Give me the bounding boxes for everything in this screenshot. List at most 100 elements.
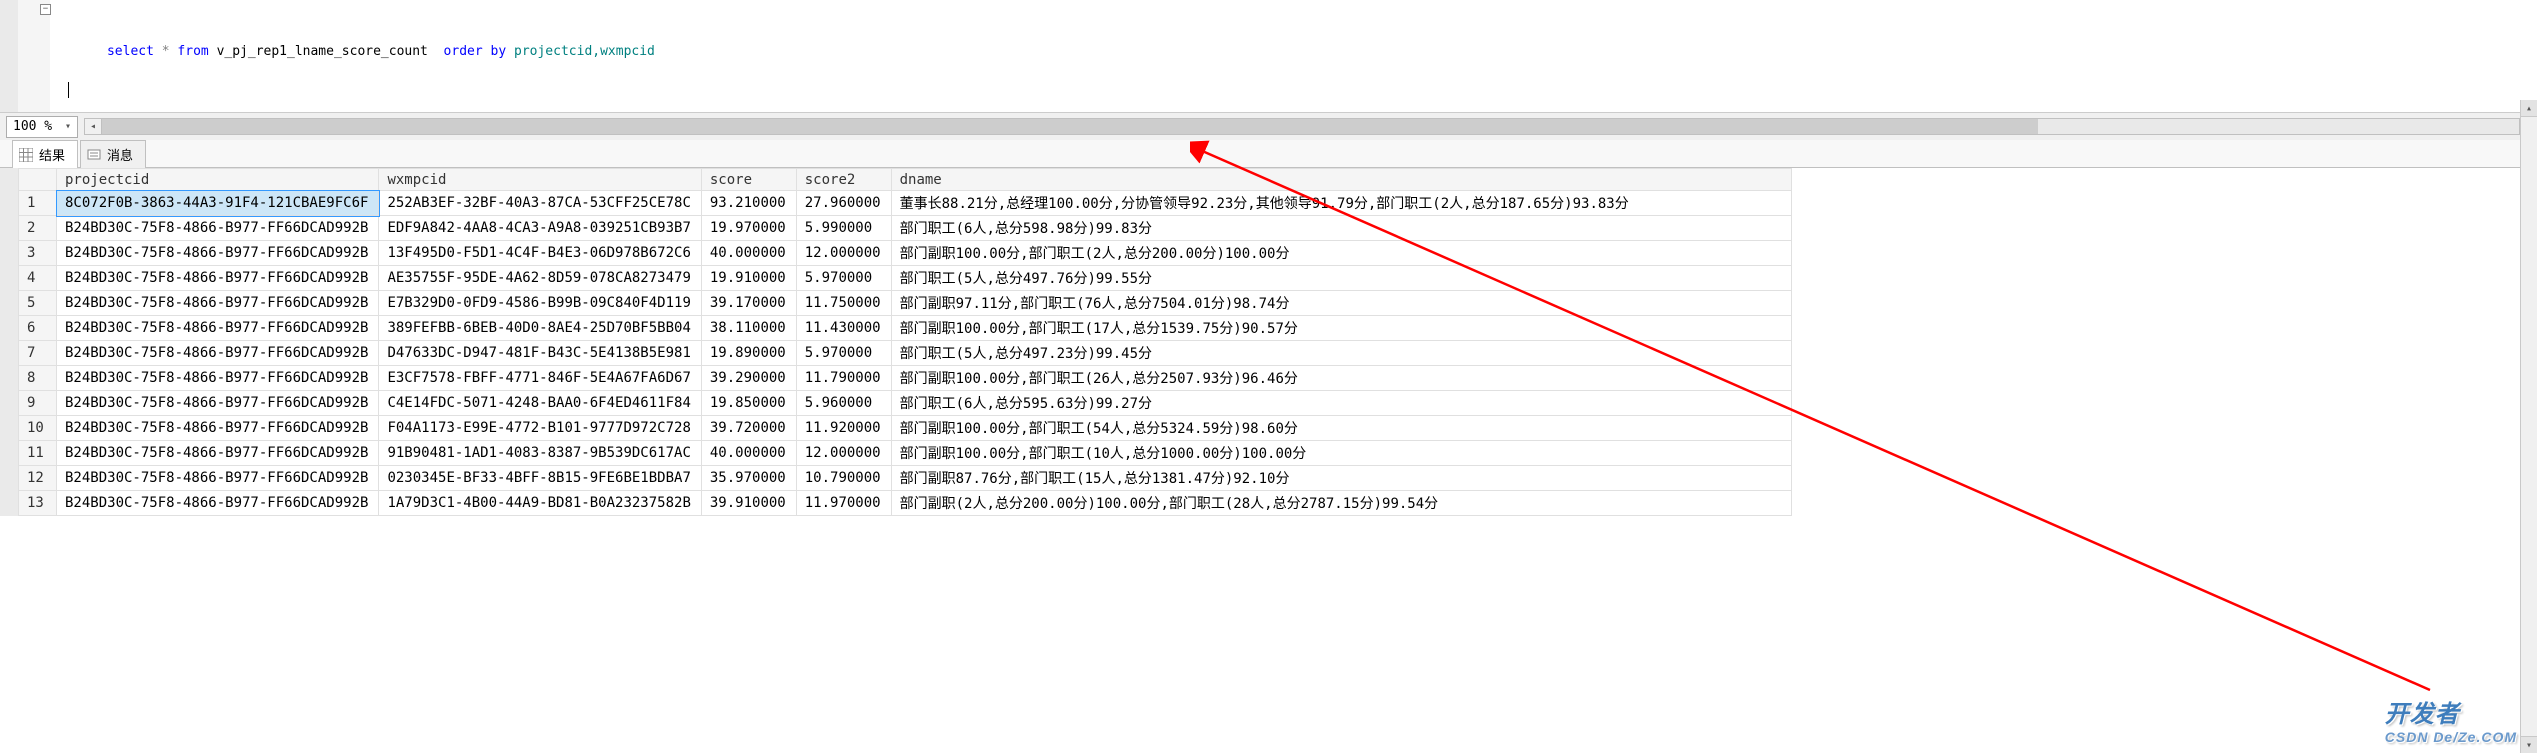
cell-score[interactable]: 19.970000 bbox=[701, 216, 796, 241]
cell-wxmpcid[interactable]: 91B90481-1AD1-4083-8387-9B539DC617AC bbox=[379, 441, 701, 466]
cell-score[interactable]: 40.000000 bbox=[701, 241, 796, 266]
table-row[interactable]: 9B24BD30C-75F8-4866-B977-FF66DCAD992BC4E… bbox=[19, 391, 1792, 416]
cell-wxmpcid[interactable]: AE35755F-95DE-4A62-8D59-078CA8273479 bbox=[379, 266, 701, 291]
cell-score[interactable]: 38.110000 bbox=[701, 316, 796, 341]
cell-projectcid[interactable]: B24BD30C-75F8-4866-B977-FF66DCAD992B bbox=[57, 466, 379, 491]
cell-score[interactable]: 40.000000 bbox=[701, 441, 796, 466]
cell-dname[interactable]: 部门副职100.00分,部门职工(10人,总分1000.00分)100.00分 bbox=[891, 441, 1791, 466]
cell-dname[interactable]: 部门职工(6人,总分595.63分)99.27分 bbox=[891, 391, 1791, 416]
cell-dname[interactable]: 部门副职100.00分,部门职工(26人,总分2507.93分)96.46分 bbox=[891, 366, 1791, 391]
cell-dname[interactable]: 部门职工(6人,总分598.98分)99.83分 bbox=[891, 216, 1791, 241]
row-number[interactable]: 6 bbox=[19, 316, 57, 341]
row-number[interactable]: 8 bbox=[19, 366, 57, 391]
cell-dname[interactable]: 部门职工(5人,总分497.76分)99.55分 bbox=[891, 266, 1791, 291]
cell-projectcid[interactable]: B24BD30C-75F8-4866-B977-FF66DCAD992B bbox=[57, 441, 379, 466]
cell-wxmpcid[interactable]: 252AB3EF-32BF-40A3-87CA-53CFF25CE78C bbox=[379, 191, 701, 216]
cell-dname[interactable]: 部门副职97.11分,部门职工(76人,总分7504.01分)98.74分 bbox=[891, 291, 1791, 316]
row-number[interactable]: 5 bbox=[19, 291, 57, 316]
cell-dname[interactable]: 董事长88.21分,总经理100.00分,分协管领导92.23分,其他领导91.… bbox=[891, 191, 1791, 216]
cell-score2[interactable]: 5.960000 bbox=[796, 391, 891, 416]
grid-corner[interactable] bbox=[19, 169, 57, 191]
cell-wxmpcid[interactable]: F04A1173-E99E-4772-B101-9777D972C728 bbox=[379, 416, 701, 441]
table-row[interactable]: 13B24BD30C-75F8-4866-B977-FF66DCAD992B1A… bbox=[19, 491, 1792, 516]
table-row[interactable]: 10B24BD30C-75F8-4866-B977-FF66DCAD992BF0… bbox=[19, 416, 1792, 441]
cell-score[interactable]: 19.910000 bbox=[701, 266, 796, 291]
table-row[interactable]: 7B24BD30C-75F8-4866-B977-FF66DCAD992BD47… bbox=[19, 341, 1792, 366]
cell-wxmpcid[interactable]: C4E14FDC-5071-4248-BAA0-6F4ED4611F84 bbox=[379, 391, 701, 416]
cell-projectcid[interactable]: B24BD30C-75F8-4866-B977-FF66DCAD992B bbox=[57, 491, 379, 516]
row-number[interactable]: 4 bbox=[19, 266, 57, 291]
cell-score2[interactable]: 5.970000 bbox=[796, 266, 891, 291]
tab-results[interactable]: 结果 bbox=[12, 140, 78, 168]
sql-editor[interactable]: − select * from v_pj_rep1_lname_score_co… bbox=[0, 0, 2537, 112]
cell-score2[interactable]: 11.920000 bbox=[796, 416, 891, 441]
scroll-left-icon[interactable]: ◂ bbox=[85, 119, 102, 134]
table-row[interactable]: 18C072F0B-3863-44A3-91F4-121CBAE9FC6F252… bbox=[19, 191, 1792, 216]
col-header-wxmpcid[interactable]: wxmpcid bbox=[379, 169, 701, 191]
table-row[interactable]: 5B24BD30C-75F8-4866-B977-FF66DCAD992BE7B… bbox=[19, 291, 1792, 316]
cell-wxmpcid[interactable]: EDF9A842-4AA8-4CA3-A9A8-039251CB93B7 bbox=[379, 216, 701, 241]
cell-score2[interactable]: 12.000000 bbox=[796, 441, 891, 466]
cell-projectcid[interactable]: B24BD30C-75F8-4866-B977-FF66DCAD992B bbox=[57, 316, 379, 341]
cell-score2[interactable]: 11.430000 bbox=[796, 316, 891, 341]
scroll-up-icon[interactable]: ▴ bbox=[2521, 100, 2537, 117]
results-vertical-scrollbar[interactable]: ▴ ▾ bbox=[2520, 100, 2537, 753]
cell-projectcid[interactable]: B24BD30C-75F8-4866-B977-FF66DCAD992B bbox=[57, 416, 379, 441]
table-row[interactable]: 2B24BD30C-75F8-4866-B977-FF66DCAD992BEDF… bbox=[19, 216, 1792, 241]
cell-projectcid[interactable]: B24BD30C-75F8-4866-B977-FF66DCAD992B bbox=[57, 341, 379, 366]
row-number[interactable]: 2 bbox=[19, 216, 57, 241]
cell-score[interactable]: 19.850000 bbox=[701, 391, 796, 416]
cell-score2[interactable]: 12.000000 bbox=[796, 241, 891, 266]
cell-score[interactable]: 39.290000 bbox=[701, 366, 796, 391]
table-row[interactable]: 6B24BD30C-75F8-4866-B977-FF66DCAD992B389… bbox=[19, 316, 1792, 341]
cell-score2[interactable]: 5.990000 bbox=[796, 216, 891, 241]
cell-score2[interactable]: 11.750000 bbox=[796, 291, 891, 316]
cell-dname[interactable]: 部门副职100.00分,部门职工(17人,总分1539.75分)90.57分 bbox=[891, 316, 1791, 341]
cell-score[interactable]: 19.890000 bbox=[701, 341, 796, 366]
cell-projectcid[interactable]: B24BD30C-75F8-4866-B977-FF66DCAD992B bbox=[57, 366, 379, 391]
editor-horizontal-scrollbar[interactable]: ◂ ▸ bbox=[84, 118, 2537, 135]
row-number[interactable]: 7 bbox=[19, 341, 57, 366]
cell-projectcid[interactable]: 8C072F0B-3863-44A3-91F4-121CBAE9FC6F bbox=[57, 191, 379, 216]
cell-dname[interactable]: 部门副职(2人,总分200.00分)100.00分,部门职工(28人,总分278… bbox=[891, 491, 1791, 516]
col-header-score[interactable]: score bbox=[701, 169, 796, 191]
collapse-toggle-icon[interactable]: − bbox=[40, 4, 51, 15]
zoom-select[interactable]: 100 % ▾ bbox=[6, 116, 78, 138]
cell-projectcid[interactable]: B24BD30C-75F8-4866-B977-FF66DCAD992B bbox=[57, 241, 379, 266]
cell-wxmpcid[interactable]: 389FEFBB-6BEB-40D0-8AE4-25D70BF5BB04 bbox=[379, 316, 701, 341]
cell-score2[interactable]: 11.970000 bbox=[796, 491, 891, 516]
cell-projectcid[interactable]: B24BD30C-75F8-4866-B977-FF66DCAD992B bbox=[57, 391, 379, 416]
cell-score[interactable]: 39.170000 bbox=[701, 291, 796, 316]
row-number[interactable]: 10 bbox=[19, 416, 57, 441]
table-row[interactable]: 12B24BD30C-75F8-4866-B977-FF66DCAD992B02… bbox=[19, 466, 1792, 491]
scroll-thumb[interactable] bbox=[102, 119, 2038, 134]
row-number[interactable]: 3 bbox=[19, 241, 57, 266]
row-number[interactable]: 11 bbox=[19, 441, 57, 466]
cell-score[interactable]: 39.720000 bbox=[701, 416, 796, 441]
table-row[interactable]: 11B24BD30C-75F8-4866-B977-FF66DCAD992B91… bbox=[19, 441, 1792, 466]
cell-dname[interactable]: 部门副职100.00分,部门职工(54人,总分5324.59分)98.60分 bbox=[891, 416, 1791, 441]
table-row[interactable]: 4B24BD30C-75F8-4866-B977-FF66DCAD992BAE3… bbox=[19, 266, 1792, 291]
cell-score[interactable]: 35.970000 bbox=[701, 466, 796, 491]
cell-dname[interactable]: 部门副职87.76分,部门职工(15人,总分1381.47分)92.10分 bbox=[891, 466, 1791, 491]
cell-score[interactable]: 39.910000 bbox=[701, 491, 796, 516]
cell-score2[interactable]: 27.960000 bbox=[796, 191, 891, 216]
cell-score[interactable]: 93.210000 bbox=[701, 191, 796, 216]
cell-dname[interactable]: 部门副职100.00分,部门职工(2人,总分200.00分)100.00分 bbox=[891, 241, 1791, 266]
cell-projectcid[interactable]: B24BD30C-75F8-4866-B977-FF66DCAD992B bbox=[57, 291, 379, 316]
cell-projectcid[interactable]: B24BD30C-75F8-4866-B977-FF66DCAD992B bbox=[57, 216, 379, 241]
col-header-projectcid[interactable]: projectcid bbox=[57, 169, 379, 191]
cell-score2[interactable]: 5.970000 bbox=[796, 341, 891, 366]
col-header-dname[interactable]: dname bbox=[891, 169, 1791, 191]
row-number[interactable]: 1 bbox=[19, 191, 57, 216]
cell-dname[interactable]: 部门职工(5人,总分497.23分)99.45分 bbox=[891, 341, 1791, 366]
cell-wxmpcid[interactable]: D47633DC-D947-481F-B43C-5E4138B5E981 bbox=[379, 341, 701, 366]
cell-wxmpcid[interactable]: 1A79D3C1-4B00-44A9-BD81-B0A23237582B bbox=[379, 491, 701, 516]
col-header-score2[interactable]: score2 bbox=[796, 169, 891, 191]
cell-score2[interactable]: 10.790000 bbox=[796, 466, 891, 491]
scroll-down-icon[interactable]: ▾ bbox=[2521, 736, 2537, 753]
results-grid[interactable]: projectcid wxmpcid score score2 dname 18… bbox=[18, 168, 1792, 516]
table-row[interactable]: 3B24BD30C-75F8-4866-B977-FF66DCAD992B13F… bbox=[19, 241, 1792, 266]
row-number[interactable]: 9 bbox=[19, 391, 57, 416]
cell-wxmpcid[interactable]: 0230345E-BF33-4BFF-8B15-9FE6BE1BDBA7 bbox=[379, 466, 701, 491]
